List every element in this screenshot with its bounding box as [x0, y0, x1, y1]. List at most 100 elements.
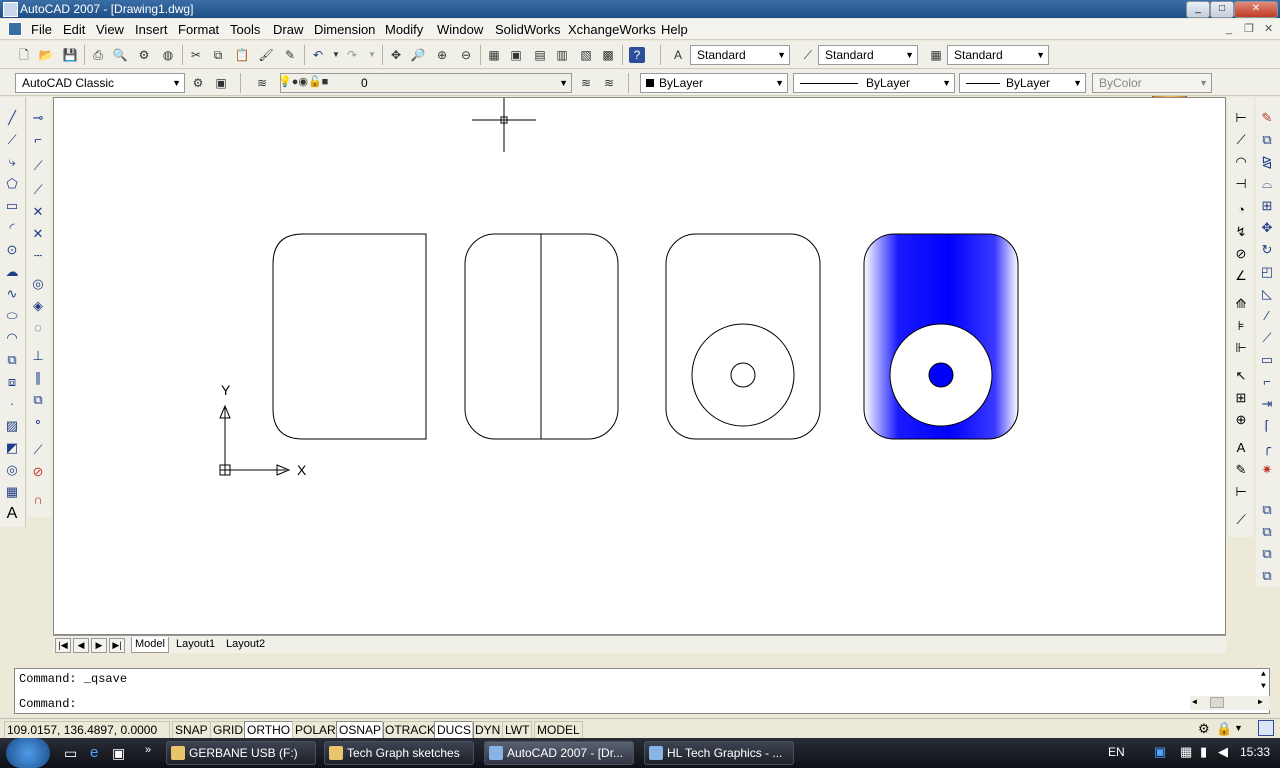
lineweight-select[interactable]: ByLayer ▼: [959, 73, 1086, 93]
command-scroll-thumb[interactable]: [1210, 697, 1224, 708]
menu-tools[interactable]: Tools: [230, 22, 260, 37]
ducs-toggle[interactable]: DUCS: [434, 721, 475, 739]
language-indicator[interactable]: EN: [1108, 745, 1125, 759]
toolbar-lock-icon[interactable]: 🔒: [1216, 721, 1232, 737]
hatch-icon[interactable]: ▨: [3, 417, 21, 435]
rotate-icon[interactable]: ↻: [1258, 241, 1276, 259]
workspace-settings-icon[interactable]: ⚙: [190, 75, 206, 91]
rectangle-icon[interactable]: ▭: [3, 197, 21, 215]
menu-window[interactable]: Window: [437, 22, 483, 37]
taskbar-item-usb[interactable]: GERBANE USB (F:): [166, 741, 316, 765]
open-icon[interactable]: 📂: [38, 47, 54, 63]
close-button[interactable]: ✕: [1234, 1, 1278, 18]
tolerance-icon[interactable]: ⊞: [1232, 389, 1250, 407]
join-icon[interactable]: ⇥: [1258, 395, 1276, 413]
offset-icon[interactable]: ⌓: [1258, 175, 1276, 193]
ordinate-dimension-icon[interactable]: ⊣: [1232, 175, 1250, 193]
zoom-window-icon[interactable]: ⊕: [434, 47, 450, 63]
autocad-app-icon[interactable]: [3, 2, 18, 17]
match-properties-icon[interactable]: 🖌: [258, 47, 274, 63]
workspace-select[interactable]: AutoCAD Classic ▼: [15, 73, 185, 93]
angular-dimension-icon[interactable]: ∠: [1232, 267, 1250, 285]
ortho-toggle[interactable]: ORTHO: [244, 721, 294, 739]
erase-icon[interactable]: ✎: [1258, 109, 1276, 127]
arc-length-icon[interactable]: ◠: [1232, 153, 1250, 171]
last-tab-button[interactable]: ▶|: [109, 638, 125, 653]
snap-endpoint-icon[interactable]: ⌐: [29, 131, 47, 149]
snap-parallel-icon[interactable]: ∥: [29, 369, 47, 387]
model-toggle[interactable]: MODEL: [534, 721, 583, 739]
construction-line-icon[interactable]: ⟋: [3, 131, 21, 149]
menu-format[interactable]: Format: [178, 22, 219, 37]
layer-select[interactable]: 0 ▼: [280, 73, 572, 93]
menu-dimension[interactable]: Dimension: [314, 22, 375, 37]
command-scroll-right[interactable]: ▶: [1258, 697, 1263, 707]
copy-icon[interactable]: ⧉: [210, 47, 226, 63]
move-icon[interactable]: ✥: [1258, 219, 1276, 237]
color-select[interactable]: ByLayer ▼: [640, 73, 788, 93]
menu-xchangeworks[interactable]: XchangeWorks: [568, 22, 656, 37]
polygon-icon[interactable]: ⬠: [3, 175, 21, 193]
redo-dropdown-icon[interactable]: ▼: [364, 47, 380, 63]
dimension-style-icon[interactable]: ⟋: [1232, 511, 1250, 529]
show-desktop-icon[interactable]: ▭: [64, 745, 77, 762]
new-icon[interactable]: 🗋: [16, 47, 32, 63]
zoom-previous-icon[interactable]: ⊖: [458, 47, 474, 63]
command-scroll-down[interactable]: ▼: [1261, 682, 1266, 691]
sheet-set-icon[interactable]: ▥: [554, 47, 570, 63]
communication-center-icon[interactable]: ⚙: [1198, 721, 1210, 737]
dimension-text-edit-icon[interactable]: ✎: [1232, 461, 1250, 479]
text-style-icon[interactable]: A: [670, 47, 686, 63]
my-workspace-icon[interactable]: ▣: [213, 75, 229, 91]
spline-icon[interactable]: ∿: [3, 285, 21, 303]
jogged-dimension-icon[interactable]: ↯: [1232, 223, 1250, 241]
properties-icon[interactable]: ▦: [486, 47, 502, 63]
help-icon[interactable]: ?: [629, 47, 645, 63]
layer-previous-icon[interactable]: ≋: [601, 75, 617, 91]
line-icon[interactable]: ╱: [3, 109, 21, 127]
zoom-realtime-icon[interactable]: 🔎: [410, 47, 426, 63]
send-to-back-icon[interactable]: ⧉: [1258, 523, 1276, 541]
maximize-button[interactable]: □: [1210, 1, 1234, 18]
table-style-icon[interactable]: ▦: [928, 47, 944, 63]
paste-icon[interactable]: 📋: [234, 47, 250, 63]
status-menu-arrow-icon[interactable]: ▼: [1234, 723, 1243, 733]
quicklaunch-more-icon[interactable]: »: [145, 744, 151, 756]
plot-icon[interactable]: ⎙: [90, 47, 106, 63]
aligned-dimension-icon[interactable]: ⟋: [1232, 131, 1250, 149]
arc-icon[interactable]: ◜: [3, 219, 21, 237]
snap-nearest-icon[interactable]: ⟋: [29, 441, 47, 459]
region-icon[interactable]: ◎: [3, 461, 21, 479]
snap-apparent-intersection-icon[interactable]: ✕: [29, 203, 47, 221]
minimize-button[interactable]: _: [1186, 1, 1210, 18]
menu-edit[interactable]: Edit: [63, 22, 85, 37]
layer-manager-icon[interactable]: ≋: [254, 75, 270, 91]
command-scroll-left[interactable]: ◀: [1192, 697, 1197, 707]
menu-insert[interactable]: Insert: [135, 22, 168, 37]
radius-dimension-icon[interactable]: ◔: [1232, 201, 1250, 219]
save-icon[interactable]: 💾: [62, 47, 78, 63]
tab-layout2[interactable]: Layout2: [223, 637, 268, 652]
block-editor-icon[interactable]: ✎: [282, 47, 298, 63]
otrack-toggle[interactable]: OTRACK: [382, 721, 439, 739]
make-layer-current-icon[interactable]: ≋: [578, 75, 594, 91]
doc-minimize-button[interactable]: _: [1226, 23, 1232, 35]
send-under-icon[interactable]: ⧉: [1258, 567, 1276, 585]
menu-file[interactable]: File: [31, 22, 52, 37]
3d-dwf-icon[interactable]: ◍: [160, 47, 176, 63]
stretch-icon[interactable]: ◺: [1258, 285, 1276, 303]
snap-insert-icon[interactable]: ⧉: [29, 391, 47, 409]
grid-toggle[interactable]: GRID: [210, 721, 246, 739]
taskbar-item-hl-tech[interactable]: HL Tech Graphics - ...: [644, 741, 794, 765]
menu-draw[interactable]: Draw: [273, 22, 303, 37]
command-window[interactable]: Command: _qsave Command: ▲ ▼ ◀ ▶: [14, 668, 1270, 714]
menu-solidworks[interactable]: SolidWorks: [495, 22, 561, 37]
dyn-toggle[interactable]: DYN: [472, 721, 504, 739]
taskbar-item-sketches[interactable]: Tech Graph sketches: [324, 741, 474, 765]
extend-icon[interactable]: ⟋: [1258, 329, 1276, 347]
menu-modify[interactable]: Modify: [385, 22, 423, 37]
osnap-settings-icon[interactable]: ∩: [29, 491, 47, 509]
snap-midpoint-icon[interactable]: ⟋: [29, 157, 47, 175]
make-block-icon[interactable]: ⧈: [3, 373, 21, 391]
dim-style-select[interactable]: Standard ▼: [818, 45, 918, 65]
